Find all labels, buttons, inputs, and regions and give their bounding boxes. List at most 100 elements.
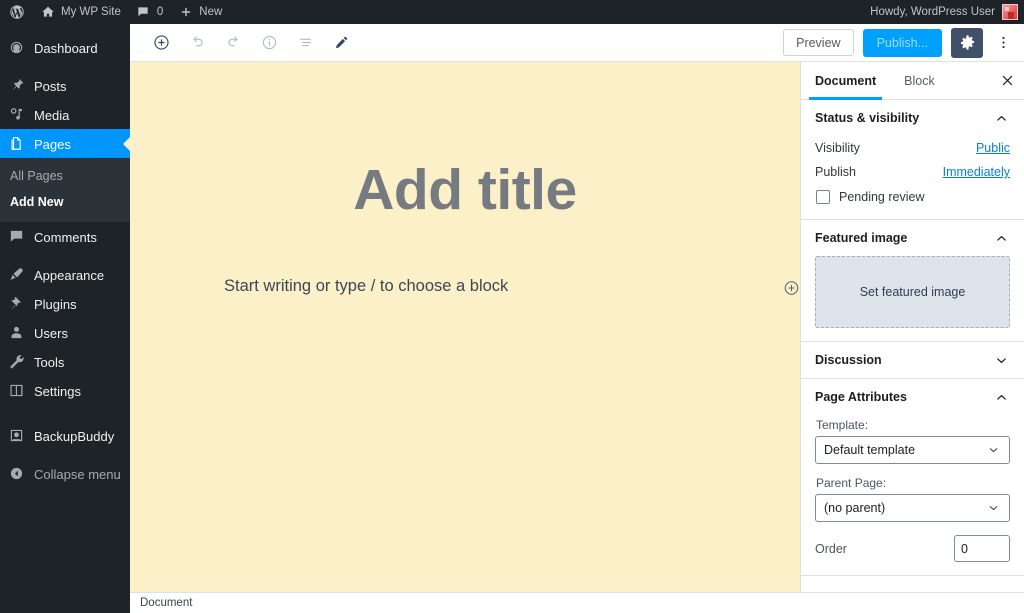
adminbar-wordpress-logo[interactable] (0, 0, 32, 24)
sidebar-submenu-pages: All Pages Add New (0, 158, 130, 223)
list-view-button[interactable] (288, 26, 322, 60)
wp-admin-bar: My WP Site 0 New Howdy, WordPress User (0, 0, 1024, 24)
sidebar-item-appearance[interactable]: Appearance (0, 260, 130, 289)
sidebar-gap-4 (0, 450, 130, 459)
chevron-up-icon (993, 389, 1010, 406)
panel-title: Status & visibility (815, 111, 920, 125)
preview-button[interactable]: Preview (783, 29, 854, 56)
gear-icon (959, 34, 976, 51)
sidebar-item-media[interactable]: Media (0, 100, 130, 129)
panel-status-visibility: Status & visibility Visibility Public Pu… (801, 100, 1024, 220)
publish-value-link[interactable]: Immediately (943, 165, 1010, 179)
adminbar-site-name[interactable]: My WP Site (32, 0, 128, 24)
visibility-value-link[interactable]: Public (976, 141, 1010, 155)
panel-page-attributes-header[interactable]: Page Attributes (815, 379, 1010, 415)
post-title-placeholder[interactable]: Add title (130, 157, 800, 223)
panel-page-attributes-body: Template: Default template Parent Page: … (815, 415, 1010, 575)
edit-mode-button[interactable] (324, 26, 358, 60)
list-view-icon (297, 34, 314, 51)
wrench-icon (8, 353, 25, 370)
media-icon (8, 106, 25, 123)
sidebar-item-label: Plugins (34, 296, 77, 312)
sidebar-item-pages[interactable]: Pages (0, 129, 130, 158)
undo-arrow-icon (189, 34, 206, 51)
sidebar-item-plugins[interactable]: Plugins (0, 289, 130, 318)
order-row: Order (815, 531, 1010, 562)
sidebar-item-tools[interactable]: Tools (0, 347, 130, 376)
order-input[interactable] (954, 535, 1010, 562)
sidebar-submenu-add-new[interactable]: Add New (0, 189, 130, 215)
block-placeholder-text[interactable]: Start writing or type / to choose a bloc… (224, 277, 508, 296)
sidebar-item-dashboard[interactable]: Dashboard (0, 33, 130, 62)
paintbrush-icon (8, 266, 25, 283)
sidebar-item-posts[interactable]: Posts (0, 71, 130, 100)
template-select[interactable]: Default template (815, 436, 1010, 464)
wordpress-logo-icon (8, 4, 25, 21)
sidebar-item-label: Users (34, 325, 68, 341)
panel-discussion-header[interactable]: Discussion (815, 342, 1010, 378)
set-featured-image-button[interactable]: Set featured image (815, 256, 1010, 328)
sidebar-item-label: Pages (34, 136, 71, 152)
parent-page-select[interactable]: (no parent) (815, 494, 1010, 522)
sidebar-item-label: Appearance (34, 267, 105, 283)
sidebar-collapse-label: Collapse menu (34, 466, 121, 482)
sidebar-item-label: Media (34, 107, 70, 123)
panel-title: Featured image (815, 231, 908, 245)
adminbar-site-name-label: My WP Site (61, 5, 121, 18)
editor-canvas[interactable]: Add title Start writing or type / to cho… (130, 62, 800, 613)
sidebar-item-label: Dashboard (34, 40, 98, 56)
home-icon (39, 4, 56, 21)
tab-document[interactable]: Document (801, 62, 890, 100)
pending-review-checkbox[interactable] (816, 190, 830, 204)
sidebar-gap-1 (0, 62, 130, 71)
editor-toolbar-left (130, 26, 358, 60)
template-select-wrap: Default template (815, 436, 1010, 464)
circle-plus-icon (783, 280, 800, 297)
sidebar-item-comments[interactable]: Comments (0, 222, 130, 251)
sidebar-item-label: BackupBuddy (34, 428, 115, 444)
content-info-button[interactable] (252, 26, 286, 60)
editor-toolbar-right: Preview Publish... (783, 27, 1024, 58)
row-pending-review: Pending review (815, 184, 1010, 206)
more-options-button[interactable] (992, 28, 1014, 58)
parent-page-select-wrap: (no parent) (815, 494, 1010, 522)
redo-button[interactable] (216, 26, 250, 60)
settings-sliders-icon (8, 382, 25, 399)
adminbar-new-content[interactable]: New (170, 0, 229, 24)
tab-block[interactable]: Block (890, 62, 949, 99)
chevron-up-icon (993, 230, 1010, 247)
panel-title: Discussion (815, 353, 882, 367)
sidebar-item-label: Tools (34, 354, 65, 370)
sidebar-item-label: Settings (34, 383, 81, 399)
pending-review-label: Pending review (839, 190, 925, 204)
template-label: Template: (816, 418, 869, 432)
parent-page-label: Parent Page: (816, 476, 887, 490)
add-block-button[interactable] (144, 26, 178, 60)
breadcrumb-document[interactable]: Document (140, 597, 192, 609)
publish-label: Publish (815, 165, 856, 179)
block-appender-button[interactable] (780, 277, 800, 299)
sidebar-collapse-menu[interactable]: Collapse menu (0, 459, 130, 488)
undo-button[interactable] (180, 26, 214, 60)
circle-info-icon (261, 34, 278, 51)
wp-admin-sidebar: Dashboard Posts Media Pages All Pages Ad… (0, 24, 130, 613)
panel-featured-image-body: Set featured image (815, 256, 1010, 341)
sidebar-item-settings[interactable]: Settings (0, 376, 130, 405)
visibility-label: Visibility (815, 141, 860, 155)
panel-title: Page Attributes (815, 390, 907, 404)
panel-featured-image-header[interactable]: Featured image (815, 220, 1010, 256)
sidebar-item-backupbuddy[interactable]: BackupBuddy (0, 421, 130, 450)
close-settings-button[interactable] (990, 62, 1024, 99)
editor-breadcrumb-bar: Document (130, 592, 1024, 613)
adminbar-comments[interactable]: 0 (128, 0, 170, 24)
settings-toggle-button[interactable] (951, 27, 983, 58)
sidebar-item-users[interactable]: Users (0, 318, 130, 347)
plugin-icon (8, 295, 25, 312)
publish-button[interactable]: Publish... (862, 28, 942, 57)
adminbar-account[interactable]: Howdy, WordPress User (870, 4, 1024, 20)
wordpress-block-editor: My WP Site 0 New Howdy, WordPress User D… (0, 0, 1024, 613)
panel-status-visibility-header[interactable]: Status & visibility (815, 100, 1010, 136)
block-editor: Preview Publish... Add title Start writi… (130, 24, 1024, 613)
pin-icon (8, 77, 25, 94)
sidebar-submenu-all-pages[interactable]: All Pages (0, 163, 130, 189)
